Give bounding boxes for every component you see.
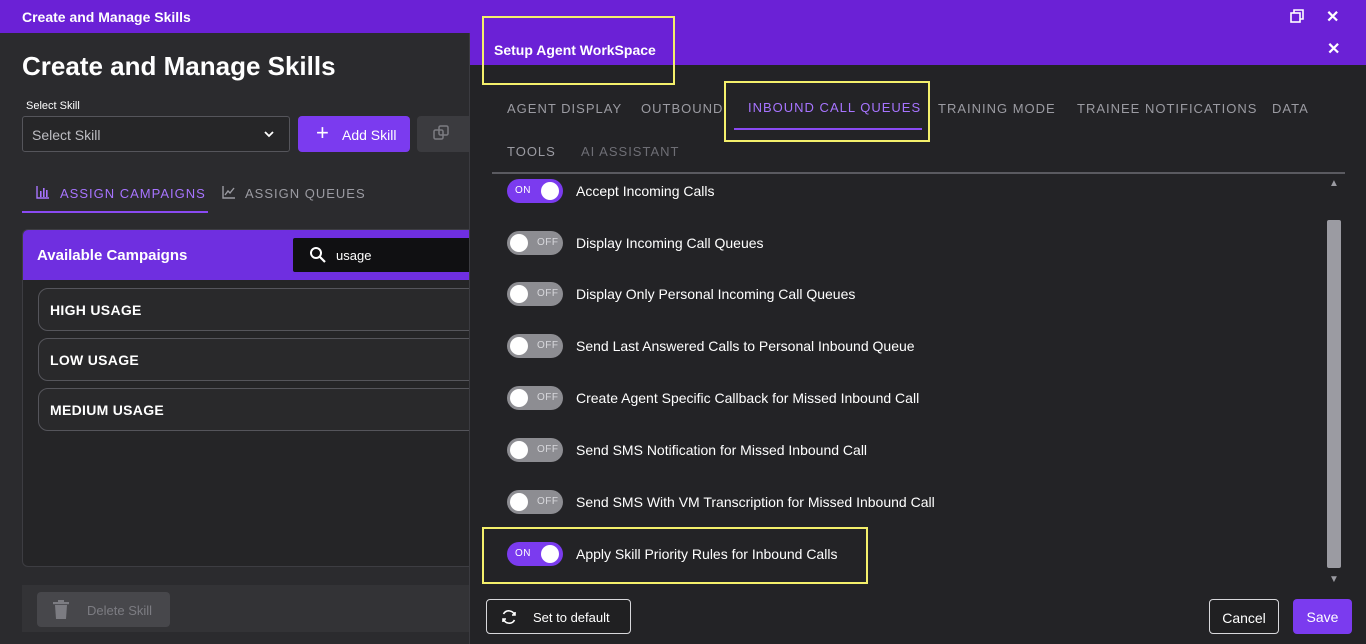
cancel-button[interactable]: Cancel [1209, 599, 1279, 634]
campaign-item-label: HIGH USAGE [50, 302, 142, 318]
tab-ai-assistant[interactable]: AI ASSISTANT [581, 144, 679, 159]
setting-toggle[interactable]: OFF [507, 282, 563, 306]
window-title: Create and Manage Skills [22, 9, 191, 25]
active-tab-indicator [734, 128, 922, 130]
setting-toggle[interactable]: OFF [507, 490, 563, 514]
copy-icon [433, 125, 449, 140]
restore-window-icon[interactable] [1290, 9, 1304, 23]
scrollbar-thumb[interactable] [1327, 220, 1341, 568]
modal-header: Setup Agent WorkSpace ✕ [470, 33, 1366, 65]
campaign-item[interactable]: MEDIUM USAGE [38, 388, 470, 431]
window-titlebar: Create and Manage Skills ✕ [0, 0, 1366, 33]
window-close-icon[interactable]: ✕ [1326, 7, 1339, 27]
setting-row: ON Accept Incoming Calls [507, 177, 1327, 207]
campaigns-title: Available Campaigns [37, 247, 188, 264]
tab-assign-queues[interactable]: ASSIGN QUEUES [222, 173, 372, 213]
plus-icon: + [316, 120, 329, 145]
setting-toggle[interactable]: OFF [507, 231, 563, 255]
save-label: Save [1306, 609, 1339, 625]
copy-skill-button[interactable] [417, 116, 470, 152]
add-skill-button[interactable]: + Add Skill [298, 116, 410, 152]
campaign-item[interactable]: HIGH USAGE [38, 288, 470, 331]
tab-tools[interactable]: TOOLS [507, 144, 556, 159]
tab-trainee-notifications[interactable]: TRAINEE NOTIFICATIONS [1077, 101, 1257, 116]
setting-toggle[interactable]: ON [507, 542, 563, 566]
available-campaigns-panel: Available Campaigns usage HIGH USAGE LOW… [22, 229, 470, 567]
setup-agent-workspace-modal: Setup Agent WorkSpace ✕ AGENT DISPLAY OU… [469, 33, 1366, 644]
setting-toggle[interactable]: OFF [507, 438, 563, 462]
setting-toggle[interactable]: OFF [507, 334, 563, 358]
setting-row: OFF Send SMS Notification for Missed Inb… [507, 436, 1327, 466]
delete-skill-label: Delete Skill [87, 603, 153, 618]
delete-skill-button[interactable]: Delete Skill [37, 592, 170, 627]
settings-scrollbar[interactable]: ▲ ▼ [1325, 178, 1343, 590]
setting-row: ON Apply Skill Priority Rules for Inboun… [507, 540, 1327, 570]
setting-label: Create Agent Specific Callback for Misse… [576, 390, 920, 406]
campaign-search-input[interactable]: usage [293, 238, 470, 272]
tab-agent-display[interactable]: AGENT DISPLAY [507, 101, 622, 116]
setting-row: OFF Send SMS With VM Transcription for M… [507, 488, 1327, 518]
tab-data[interactable]: DATA [1272, 101, 1309, 116]
scroll-up-icon[interactable]: ▲ [1329, 178, 1339, 189]
skill-tabs: ASSIGN CAMPAIGNS ASSIGN QUEUES [22, 173, 470, 215]
setting-row: OFF Display Incoming Call Queues [507, 229, 1327, 259]
refresh-icon [502, 610, 516, 624]
select-skill-label: Select Skill [26, 100, 80, 112]
set-to-default-label: Set to default [533, 610, 610, 625]
setting-toggle[interactable]: ON [507, 179, 563, 203]
line-chart-icon [222, 186, 235, 199]
tab-assign-campaigns-label: ASSIGN CAMPAIGNS [60, 186, 206, 201]
page-title: Create and Manage Skills [22, 51, 336, 81]
add-skill-label: Add Skill [342, 127, 397, 143]
setting-row: OFF Display Only Personal Incoming Call … [507, 280, 1327, 310]
tab-inbound-call-queues[interactable]: INBOUND CALL QUEUES [748, 100, 921, 115]
set-to-default-button[interactable]: Set to default [486, 599, 631, 634]
bar-chart-icon [36, 186, 49, 199]
delete-bar: Delete Skill [22, 585, 470, 632]
tab-assign-queues-label: ASSIGN QUEUES [245, 186, 366, 201]
campaign-item[interactable]: LOW USAGE [38, 338, 470, 381]
setting-label: Accept Incoming Calls [576, 183, 715, 199]
cancel-label: Cancel [1222, 610, 1266, 626]
chevron-down-icon [264, 131, 274, 138]
setting-label: Send Last Answered Calls to Personal Inb… [576, 338, 915, 354]
setting-row: OFF Create Agent Specific Callback for M… [507, 384, 1327, 414]
setting-label: Display Incoming Call Queues [576, 235, 764, 251]
scroll-down-icon[interactable]: ▼ [1329, 574, 1339, 585]
campaign-item-label: LOW USAGE [50, 352, 140, 368]
search-icon [310, 247, 326, 263]
skills-page: Create and Manage Skills Select Skill Se… [0, 33, 470, 644]
tab-training-mode[interactable]: TRAINING MODE [938, 101, 1056, 116]
campaign-search-value: usage [336, 248, 372, 263]
tab-outbound[interactable]: OUTBOUND [641, 101, 723, 116]
modal-close-icon[interactable]: ✕ [1327, 39, 1340, 59]
setting-label: Send SMS With VM Transcription for Misse… [576, 494, 935, 510]
select-skill-placeholder: Select Skill [32, 127, 101, 143]
campaigns-header: Available Campaigns usage [23, 230, 470, 280]
tab-assign-campaigns[interactable]: ASSIGN CAMPAIGNS [22, 173, 208, 213]
setting-row: OFF Send Last Answered Calls to Personal… [507, 332, 1327, 362]
trash-icon [53, 600, 69, 619]
setting-label: Display Only Personal Incoming Call Queu… [576, 286, 856, 302]
campaign-item-label: MEDIUM USAGE [50, 402, 165, 418]
save-button[interactable]: Save [1293, 599, 1352, 634]
modal-title: Setup Agent WorkSpace [494, 42, 656, 58]
select-skill-dropdown[interactable]: Select Skill [22, 116, 290, 152]
inbound-settings-list: ON Accept Incoming Calls OFF Display Inc… [470, 174, 1330, 586]
setting-toggle[interactable]: OFF [507, 386, 563, 410]
setting-label: Apply Skill Priority Rules for Inbound C… [576, 546, 838, 562]
setting-label: Send SMS Notification for Missed Inbound… [576, 442, 868, 458]
